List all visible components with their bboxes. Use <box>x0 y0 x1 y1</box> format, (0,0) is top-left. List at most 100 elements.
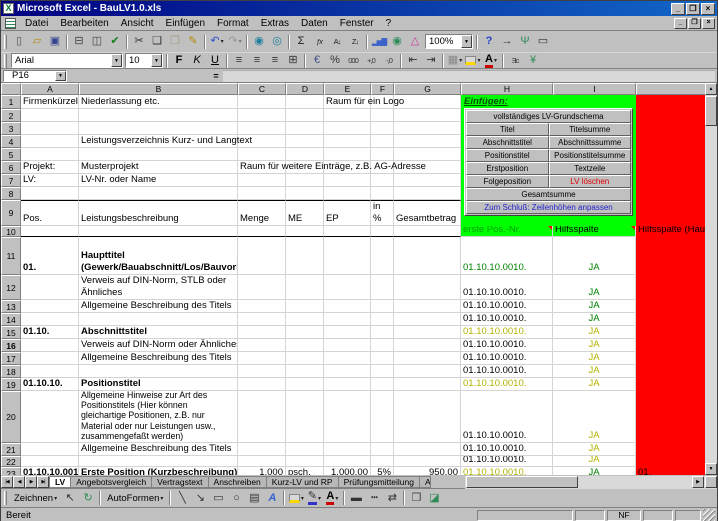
cell[interactable] <box>636 339 707 352</box>
cell[interactable] <box>286 148 324 161</box>
sheet-tab-pr-fungsmitteilung[interactable]: Prüfungsmitteilung <box>338 476 420 488</box>
vertical-scrollbar[interactable]: ▲ ▼ <box>705 83 717 475</box>
cell[interactable]: 01.10.10.0010 <box>21 467 79 475</box>
sheet-tab-angebotsvergleich[interactable]: Angebotsvergleich <box>70 476 152 488</box>
cell[interactable]: JA <box>553 391 636 443</box>
resize-gripper[interactable] <box>703 509 715 521</box>
cell[interactable]: 01.10.10.0010. <box>461 456 553 467</box>
menu-format[interactable]: Format <box>211 17 255 30</box>
scroll-down-icon[interactable]: ▼ <box>705 463 717 475</box>
row-header-4[interactable]: 4 <box>1 135 21 148</box>
oval-button[interactable]: ○ <box>227 490 245 507</box>
minimize-button[interactable]: _ <box>671 3 685 15</box>
cell[interactable] <box>371 365 394 378</box>
name-box-dropdown-icon[interactable]: ▼ <box>55 71 66 81</box>
cell[interactable]: 01.10.10.0010. <box>461 467 553 475</box>
cell[interactable] <box>324 174 371 187</box>
cell[interactable] <box>394 443 461 456</box>
dash-style-button[interactable]: ┅ <box>365 490 383 507</box>
cell[interactable]: 01.10.10.0010. <box>461 378 553 391</box>
redo-button-dropdown-icon[interactable]: ▾ <box>239 38 242 45</box>
line-style-button[interactable]: ▬ <box>347 490 365 507</box>
cell[interactable]: Raum für weitere Einträge, z.B. AG-Adres… <box>238 161 286 174</box>
arrow-button[interactable]: ↘ <box>191 490 209 507</box>
column-header-i[interactable]: I <box>553 83 636 95</box>
decrease-decimal-button[interactable]: -,0 <box>380 54 398 68</box>
cell[interactable] <box>371 109 394 122</box>
paste-button[interactable]: ❒ <box>166 33 184 50</box>
cell[interactable]: JA <box>553 300 636 313</box>
workbook-minimize-button[interactable]: _ <box>674 18 687 29</box>
cell[interactable] <box>636 200 707 226</box>
row-header-10[interactable]: 10 <box>1 226 21 237</box>
drawing-button[interactable]: △ <box>406 33 424 50</box>
row-header-11[interactable]: 11 <box>1 237 21 275</box>
row-header-15[interactable]: 15 <box>1 326 21 339</box>
cell[interactable]: 950,00 <box>394 467 461 475</box>
cell[interactable] <box>636 135 707 148</box>
office-assistant-button[interactable]: ? <box>480 33 498 50</box>
insert-erstposition-button[interactable]: Erstposition <box>466 162 549 175</box>
custom-psi-button[interactable]: Ψ <box>516 33 534 50</box>
toolbar-grip[interactable] <box>4 35 7 49</box>
cell[interactable] <box>324 339 371 352</box>
cell[interactable] <box>636 326 707 339</box>
cell[interactable] <box>286 365 324 378</box>
row-header-17[interactable]: 17 <box>1 352 21 365</box>
cell[interactable]: 01.10.10.0010. <box>461 339 553 352</box>
cell[interactable]: Projekt: <box>21 161 79 174</box>
cell[interactable]: 1,000 <box>238 467 286 475</box>
cell[interactable]: LV: <box>21 174 79 187</box>
cell[interactable] <box>238 443 286 456</box>
cell[interactable] <box>238 95 286 109</box>
cell[interactable] <box>21 135 79 148</box>
close-button[interactable]: × <box>701 3 715 15</box>
cell[interactable] <box>21 122 79 135</box>
font-size-combo[interactable]: 10▼ <box>125 53 163 68</box>
cell[interactable] <box>636 109 707 122</box>
cell[interactable]: 01.10.10.0010. <box>461 275 553 300</box>
custom-arrow-button[interactable]: → <box>498 33 516 50</box>
cell[interactable] <box>238 237 286 275</box>
cell[interactable] <box>636 300 707 313</box>
row-header-14[interactable]: 14 <box>1 313 21 326</box>
cell[interactable] <box>394 187 461 200</box>
cell[interactable] <box>21 275 79 300</box>
cell[interactable]: Pos. <box>21 200 79 226</box>
cell[interactable]: Erste Position (Kurzbeschreibung) <box>79 467 238 475</box>
cell[interactable] <box>286 313 324 326</box>
column-header-c[interactable]: C <box>238 83 286 95</box>
increase-indent-button[interactable]: ⇥ <box>422 54 440 68</box>
cell[interactable]: Verweis auf DIN-Norm oder Ähnliches <box>79 339 238 352</box>
cell[interactable] <box>238 456 286 467</box>
sort-ascending-button[interactable]: A↓ <box>328 33 346 50</box>
cell[interactable]: 01.10.10.0010. <box>461 313 553 326</box>
cell[interactable] <box>21 365 79 378</box>
align-left-button[interactable]: ≡ <box>230 54 248 68</box>
insert-folgeposition-button[interactable]: Folgeposition <box>466 175 549 188</box>
undo-button-dropdown-icon[interactable]: ▾ <box>221 38 224 45</box>
cell[interactable]: JA <box>553 275 636 300</box>
redo-button[interactable]: ↷▾ <box>226 33 244 50</box>
custom-ec-button[interactable]: Ǝc <box>506 54 524 68</box>
cell[interactable] <box>286 109 324 122</box>
cell[interactable] <box>394 148 461 161</box>
cell[interactable] <box>21 187 79 200</box>
cell[interactable] <box>394 226 461 237</box>
cell[interactable] <box>79 313 238 326</box>
cell[interactable]: Positionstitel <box>79 378 238 391</box>
cell[interactable] <box>238 391 286 443</box>
font-name-combo[interactable]: Arial▼ <box>11 53 123 68</box>
row-header-12[interactable]: 12 <box>1 275 21 300</box>
row-header-2[interactable]: 2 <box>1 109 21 122</box>
print-preview-button[interactable]: ◫ <box>88 33 106 50</box>
bold-button[interactable]: F <box>170 54 188 68</box>
cell[interactable]: 5% <box>371 467 394 475</box>
cell[interactable]: Raum für ein Logo <box>324 95 371 109</box>
cell[interactable]: Hilfsspalte (Haupt <box>636 226 707 237</box>
row-header-16[interactable]: 16 <box>1 339 21 352</box>
cell[interactable]: 01.10.10. <box>21 378 79 391</box>
workbook-close-button[interactable]: × <box>702 18 715 29</box>
font-color-button-dropdown-icon[interactable]: ▾ <box>494 57 497 64</box>
cell[interactable] <box>636 456 707 467</box>
